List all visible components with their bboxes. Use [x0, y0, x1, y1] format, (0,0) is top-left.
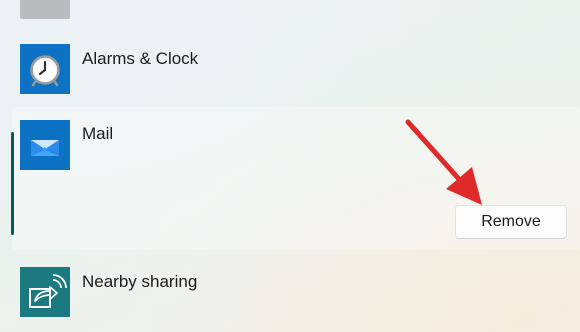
selection-indicator [11, 132, 14, 235]
annotation-arrow-icon [405, 119, 482, 205]
app-name: Alarms & Clock [82, 49, 199, 68]
app-list-item-mail[interactable]: Mail Remove [0, 107, 580, 250]
app-list-item-alarms-clock[interactable]: Alarms & Clock [0, 40, 580, 100]
app-list-item[interactable] [0, 0, 580, 20]
app-name: Mail [82, 124, 114, 143]
remove-button[interactable]: Remove [455, 205, 567, 239]
app-icon [20, 0, 70, 19]
mail-envelope-icon [20, 120, 70, 170]
app-name: Nearby sharing [82, 272, 198, 291]
nearby-sharing-icon [20, 267, 70, 317]
app-list-item-nearby-sharing[interactable]: Nearby sharing [0, 262, 580, 322]
alarm-clock-icon [20, 44, 70, 94]
